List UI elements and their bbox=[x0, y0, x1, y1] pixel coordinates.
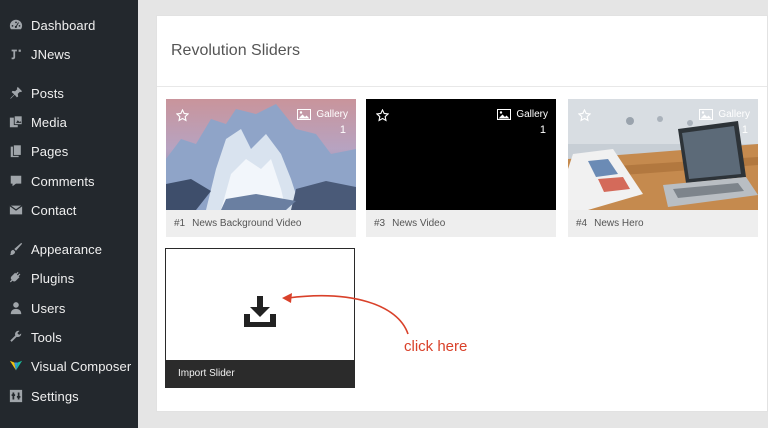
annotation-text: click here bbox=[404, 338, 468, 355]
favorite-star-icon[interactable] bbox=[376, 109, 389, 122]
pages-icon bbox=[9, 144, 23, 158]
sidebar-item-label: Tools bbox=[31, 329, 62, 345]
comment-icon bbox=[9, 174, 23, 188]
sidebar-item-dashboard[interactable]: Dashboard bbox=[0, 12, 138, 38]
annotation-arrow bbox=[282, 293, 409, 335]
slider-name: News Hero bbox=[594, 218, 644, 229]
slide-count: 1 bbox=[339, 124, 346, 136]
sidebar-item-settings[interactable]: Settings bbox=[0, 383, 138, 409]
slider-number: #3 bbox=[374, 218, 386, 229]
sidebar-item-label: Users bbox=[31, 300, 66, 316]
slider-card-footer: #3 News Video bbox=[366, 210, 556, 237]
slider-card-news-background-video[interactable]: Gallery 1 #1 News Background Video bbox=[166, 99, 356, 237]
import-slider-label: Import Slider bbox=[166, 360, 354, 387]
slider-card-news-video[interactable]: Gallery 1 #3 News Video bbox=[366, 99, 556, 237]
sidebar-item-label: Contact bbox=[31, 202, 77, 218]
wrench-icon bbox=[9, 330, 23, 344]
slider-number: #4 bbox=[576, 218, 588, 229]
visual-composer-icon bbox=[9, 359, 23, 373]
slider-card-footer: #4 News Hero bbox=[568, 210, 758, 237]
jnews-icon bbox=[9, 47, 23, 61]
sidebar-item-label: Media bbox=[31, 114, 67, 130]
sidebar-item-visual-composer[interactable]: Visual Composer bbox=[0, 353, 138, 379]
slider-number: #1 bbox=[174, 218, 186, 229]
sidebar-item-label: Comments bbox=[31, 173, 95, 189]
sidebar-item-contact[interactable]: Contact bbox=[0, 197, 138, 223]
sidebar-item-label: Plugins bbox=[31, 270, 75, 286]
sidebar-item-posts[interactable]: Posts bbox=[0, 80, 138, 106]
admin-sidebar: Dashboard JNews Posts Media Pages Commen… bbox=[0, 0, 138, 428]
image-icon bbox=[297, 109, 312, 120]
favorite-star-icon[interactable] bbox=[176, 109, 189, 122]
sidebar-item-label: Posts bbox=[31, 85, 65, 101]
slider-type-label: Gallery bbox=[316, 109, 348, 120]
settings-icon bbox=[9, 389, 23, 403]
slider-type-label: Gallery bbox=[516, 109, 548, 120]
sidebar-item-label: Dashboard bbox=[31, 17, 96, 33]
slide-count: 1 bbox=[741, 124, 748, 136]
image-icon bbox=[497, 109, 512, 120]
favorite-star-icon[interactable] bbox=[578, 109, 591, 122]
plug-icon bbox=[9, 271, 23, 285]
import-download-icon bbox=[244, 296, 276, 327]
user-icon bbox=[9, 301, 23, 315]
sidebar-item-tools[interactable]: Tools bbox=[0, 324, 138, 350]
slider-type-label: Gallery bbox=[718, 109, 750, 120]
slide-count: 1 bbox=[539, 124, 546, 136]
slider-type-badge: Gallery bbox=[497, 109, 548, 120]
envelope-icon bbox=[9, 203, 23, 217]
slider-type-badge: Gallery bbox=[699, 109, 750, 120]
page-title: Revolution Sliders bbox=[171, 42, 300, 59]
pin-icon bbox=[9, 86, 23, 100]
sidebar-item-media[interactable]: Media bbox=[0, 109, 138, 135]
sidebar-item-label: Settings bbox=[31, 388, 79, 404]
brush-icon bbox=[9, 242, 23, 256]
slider-card-footer: #1 News Background Video bbox=[166, 210, 356, 237]
sidebar-item-pages[interactable]: Pages bbox=[0, 138, 138, 164]
sidebar-item-comments[interactable]: Comments bbox=[0, 168, 138, 194]
sidebar-item-label: Pages bbox=[31, 143, 69, 159]
sidebar-item-label: Visual Composer bbox=[31, 358, 132, 374]
sidebar-item-users[interactable]: Users bbox=[0, 295, 138, 321]
slider-name: News Background Video bbox=[192, 218, 302, 229]
sidebar-item-plugins[interactable]: Plugins bbox=[0, 265, 138, 291]
sidebar-item-label: Appearance bbox=[31, 241, 103, 257]
dashboard-icon bbox=[9, 18, 23, 32]
slider-type-badge: Gallery bbox=[297, 109, 348, 120]
media-icon bbox=[9, 115, 23, 129]
sidebar-item-jnews[interactable]: JNews bbox=[0, 41, 138, 67]
divider bbox=[157, 86, 767, 87]
slider-card-news-hero[interactable]: Gallery 1 #4 News Hero bbox=[568, 99, 758, 237]
sidebar-item-appearance[interactable]: Appearance bbox=[0, 236, 138, 262]
slider-name: News Video bbox=[392, 218, 446, 229]
sidebar-item-label: JNews bbox=[31, 46, 71, 62]
image-icon bbox=[699, 109, 714, 120]
